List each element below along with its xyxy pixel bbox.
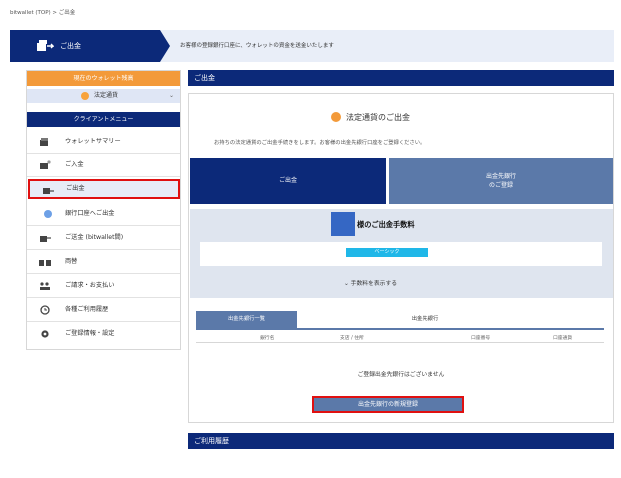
history-icon: [40, 305, 50, 315]
sidebar-item-withdraw[interactable]: ご出金: [28, 179, 180, 199]
currency-select-value: 法定通貨: [94, 92, 119, 99]
column-account-number: 口座番号: [471, 336, 491, 341]
tab-bank[interactable]: 出金先銀行: [375, 311, 475, 328]
sidebar-item-label: ご出金: [66, 185, 85, 192]
tab-underline: [196, 328, 604, 330]
withdraw-header-icon: [37, 40, 54, 51]
transfer-icon: [40, 236, 51, 242]
sidebar-item-deposit[interactable]: ご入金: [27, 154, 180, 177]
fee-toggle-label: 手数料を表示する: [350, 281, 398, 287]
sidebar-item-label: 各種ご利用履歴: [65, 306, 109, 313]
sidebar-item-bank-withdraw[interactable]: 銀行口座へご出金: [27, 203, 180, 226]
wallet-icon: [40, 138, 48, 146]
sidebar-item-label: 両替: [65, 258, 78, 265]
register-bank-tile[interactable]: 出金先銀行 のご登録: [389, 158, 613, 204]
column-branch: 支店 / 住所: [340, 336, 364, 341]
sidebar-item-transfer[interactable]: ご送金 (bitwallet間): [27, 227, 180, 250]
column-account-currency: 口座通貨: [553, 336, 573, 341]
user-name-redacted: [331, 212, 355, 236]
sidebar-item-label: 銀行口座へご出金: [65, 210, 115, 217]
fee-toggle[interactable]: ⌄ 手数料を表示する: [0, 278, 621, 287]
breadcrumb[interactable]: bitwallet (TOP) > ご出金: [10, 8, 75, 16]
sidebar-item-exchange[interactable]: 両替: [27, 251, 180, 274]
client-menu-heading: クライアントメニュー: [27, 112, 180, 127]
section-title: 法定通貨のご出金: [346, 113, 410, 122]
sidebar-item-wallet-summary[interactable]: ウォレットサマリー: [27, 131, 180, 154]
register-new-bank-button[interactable]: 出金先銀行の新規登録: [312, 396, 464, 413]
sidebar-item-label: ご入金: [65, 161, 84, 168]
sidebar-item-label: ご登録情報・設定: [65, 330, 115, 337]
empty-message: ご登録出金先銀行はございません: [357, 372, 445, 378]
section-description: お持ちの法定通貨のご出金手続きをします。お客様の出金先銀行口座をご登録ください。: [214, 140, 426, 146]
withdraw-icon: [43, 188, 54, 194]
deposit-icon: [40, 160, 51, 169]
gear-icon: [41, 330, 49, 338]
sidebar-item-settings[interactable]: ご登録情報・設定: [27, 323, 180, 346]
main-heading: ご出金: [188, 70, 614, 86]
currency-select[interactable]: 法定通貨 ⌄: [27, 89, 180, 103]
coin-icon: [44, 210, 52, 218]
coin-icon: [81, 92, 89, 100]
sidebar-item-history[interactable]: 各種ご利用履歴: [27, 299, 180, 322]
balance-heading: 現在のウォレット残高: [27, 71, 180, 86]
page-description: お客様の登録銀行口座に、ウォレットの資金を送金いたします: [180, 43, 334, 49]
page-title: ご出金: [60, 42, 81, 50]
chevron-down-icon: ⌄: [168, 92, 174, 99]
register-bank-tile-line2: のご登録: [488, 182, 513, 189]
sidebar-item-label: ご送金 (bitwallet間): [65, 234, 124, 241]
table-header: 銀行名 支店 / 住所 口座番号 口座通貨: [196, 333, 604, 343]
history-heading: ご利用履歴: [188, 433, 614, 449]
fee-plan-badge: ベーシック: [346, 248, 428, 257]
sidebar-item-label: ウォレットサマリー: [65, 138, 121, 145]
coin-icon: [331, 112, 341, 122]
header-arrow: [10, 30, 170, 62]
chevron-down-icon: ⌄: [343, 281, 351, 287]
exchange-icon: [39, 260, 51, 266]
withdraw-tile[interactable]: ご出金: [190, 158, 386, 204]
column-bank-name: 銀行名: [260, 336, 275, 341]
fee-title: 様のご出金手数料: [357, 220, 415, 229]
tab-bank-list[interactable]: 出金先銀行一覧: [196, 311, 297, 328]
register-bank-tile-line1: 出金先銀行: [485, 173, 516, 180]
